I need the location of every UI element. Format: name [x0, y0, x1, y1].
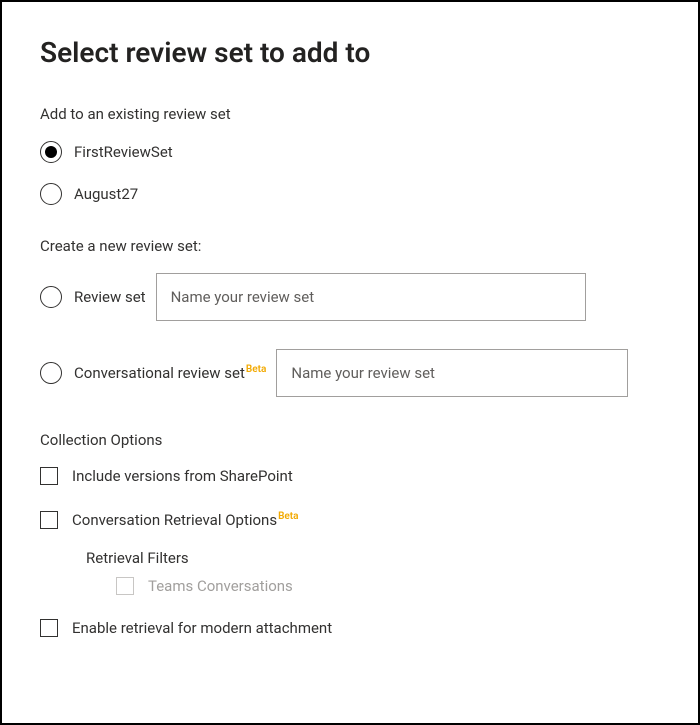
checkbox-enable-modern-attachment[interactable]: Enable retrieval for modern attachment [40, 619, 660, 637]
conversational-review-set-name-input[interactable] [276, 349, 628, 397]
checkbox-icon[interactable] [40, 511, 58, 529]
radio-option-conversational-review-set[interactable]: Conversational review setBeta [40, 349, 660, 397]
checkbox-label: Teams Conversations [148, 577, 293, 595]
checkbox-icon[interactable] [40, 467, 58, 485]
radio-option-august27[interactable]: August27 [40, 183, 660, 205]
checkbox-label: Include versions from SharePoint [72, 467, 293, 485]
review-set-name-input[interactable] [156, 273, 586, 321]
checkbox-conversation-retrieval[interactable]: Conversation Retrieval OptionsBeta [40, 511, 660, 529]
collection-options-label: Collection Options [40, 431, 660, 449]
existing-section-label: Add to an existing review set [40, 105, 660, 123]
radio-label: August27 [74, 185, 138, 203]
radio-label-text: Conversational review set [74, 364, 245, 382]
page-title: Select review set to add to [40, 36, 660, 69]
checkbox-label-text: Conversation Retrieval Options [72, 511, 277, 529]
radio-icon[interactable] [40, 286, 62, 308]
select-review-set-panel: Select review set to add to Add to an ex… [0, 0, 700, 725]
checkbox-include-versions[interactable]: Include versions from SharePoint [40, 467, 660, 485]
checkbox-label: Conversation Retrieval OptionsBeta [72, 511, 299, 529]
radio-icon[interactable] [40, 183, 62, 205]
checkbox-icon [116, 577, 134, 595]
retrieval-filters-section: Retrieval Filters Teams Conversations [86, 549, 660, 595]
beta-badge: Beta [278, 511, 298, 522]
checkbox-icon[interactable] [40, 619, 58, 637]
radio-option-firstreviewset[interactable]: FirstReviewSet [40, 141, 660, 163]
radio-option-new-review-set[interactable]: Review set [40, 273, 660, 321]
checkbox-label: Enable retrieval for modern attachment [72, 619, 332, 637]
radio-label: Review set [74, 288, 146, 306]
radio-label: Conversational review setBeta [74, 364, 266, 382]
radio-icon[interactable] [40, 362, 62, 384]
create-section-label: Create a new review set: [40, 237, 660, 255]
checkbox-teams-conversations: Teams Conversations [116, 577, 660, 595]
beta-badge: Beta [246, 364, 266, 375]
radio-label: FirstReviewSet [74, 143, 173, 161]
retrieval-filters-title: Retrieval Filters [86, 549, 660, 567]
radio-icon[interactable] [40, 141, 62, 163]
